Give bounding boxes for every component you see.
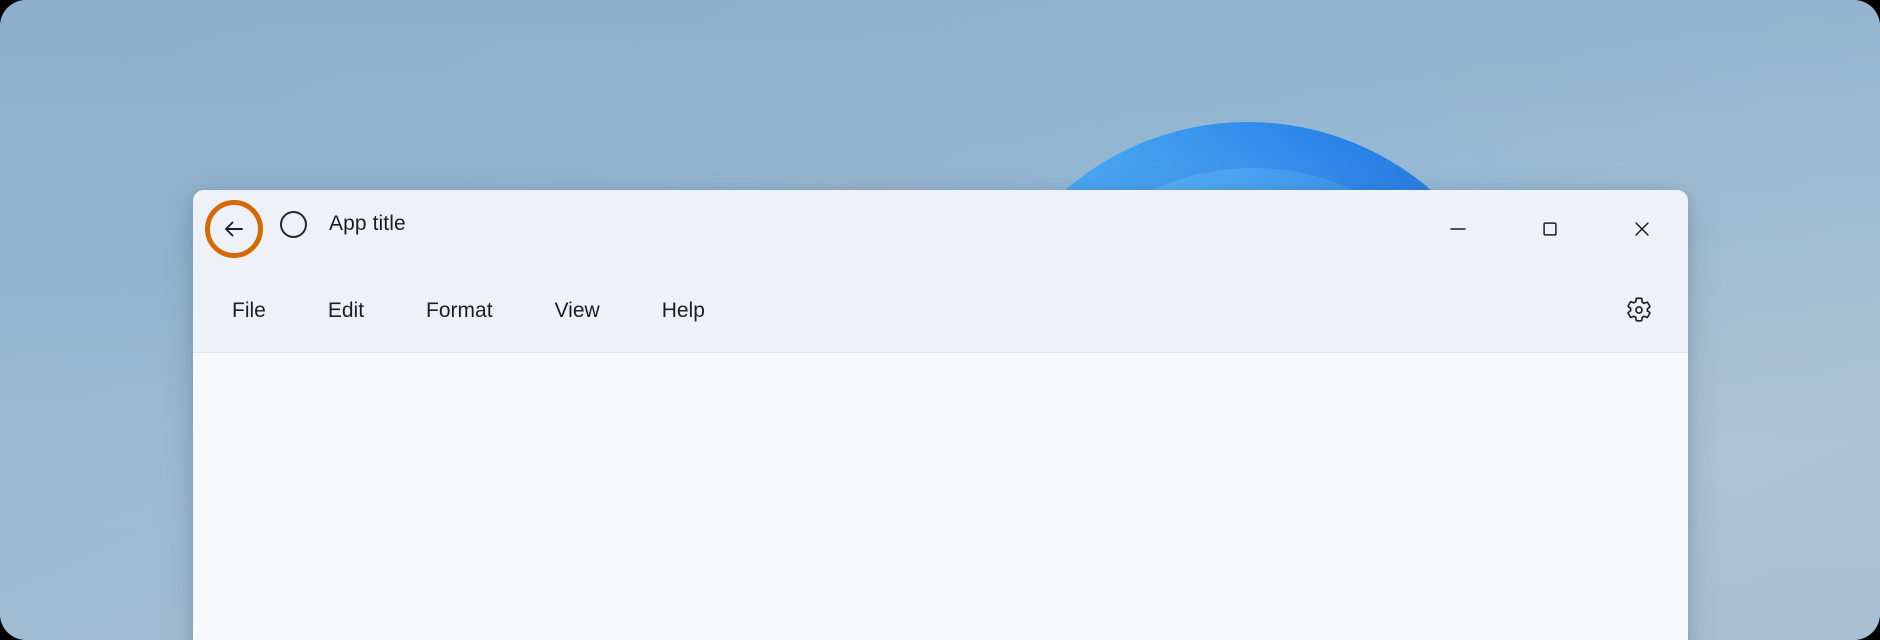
menu-item-format[interactable]: Format — [426, 291, 493, 331]
window-title: App title — [329, 212, 406, 235]
back-button[interactable] — [206, 201, 262, 257]
arrow-left-icon — [225, 221, 243, 237]
menu-item-list: File Edit Format View Help — [232, 269, 705, 352]
desktop-screen: App title File Edit Format View Help — [0, 0, 1880, 640]
window-chrome: App title File Edit Format View Help — [193, 190, 1688, 353]
maximize-icon — [1543, 222, 1557, 236]
minimize-icon — [1450, 228, 1466, 230]
menu-bar: File Edit Format View Help — [193, 269, 1688, 352]
close-button[interactable] — [1615, 202, 1669, 256]
settings-button[interactable] — [1612, 283, 1666, 337]
menu-item-view[interactable]: View — [555, 291, 600, 331]
maximize-button[interactable] — [1523, 202, 1577, 256]
minimize-button[interactable] — [1431, 202, 1485, 256]
menu-item-file[interactable]: File — [232, 291, 266, 331]
title-bar[interactable]: App title — [193, 190, 1688, 269]
menu-item-help[interactable]: Help — [662, 291, 705, 331]
window-content-area — [193, 353, 1688, 640]
menu-item-edit[interactable]: Edit — [328, 291, 364, 331]
close-icon — [1635, 222, 1649, 236]
gear-icon — [1627, 297, 1651, 322]
app-window: App title File Edit Format View Help — [193, 190, 1688, 640]
circle-app-icon — [280, 211, 307, 238]
